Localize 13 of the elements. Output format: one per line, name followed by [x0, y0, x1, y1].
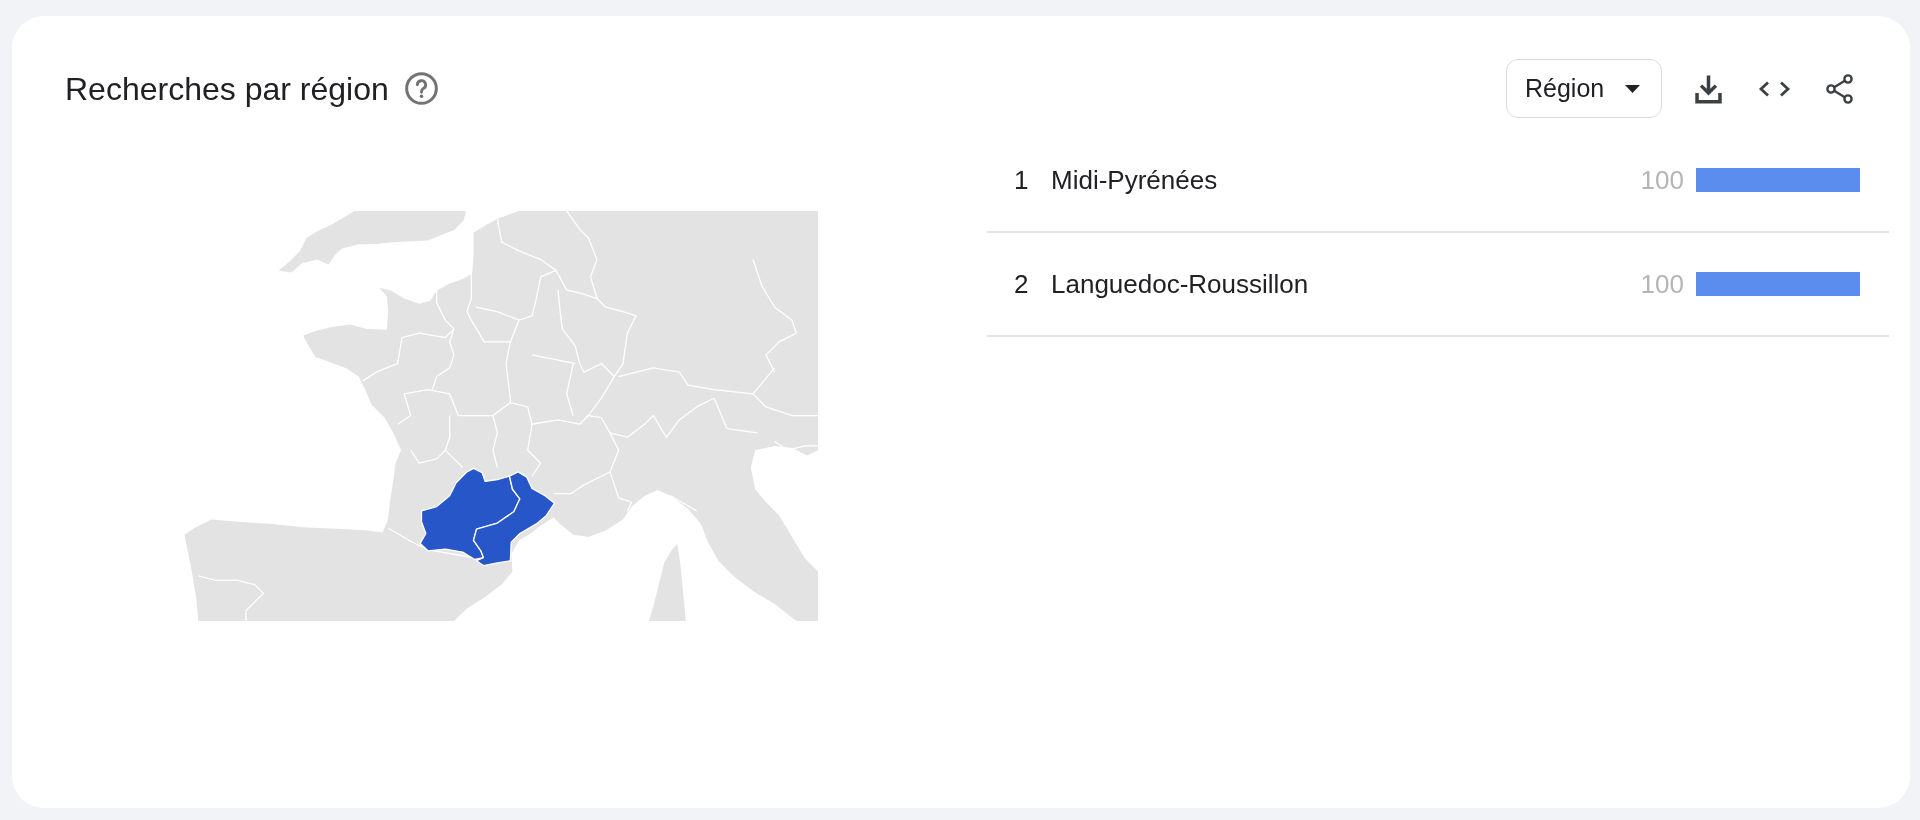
rank-number: 1 [1014, 163, 1030, 197]
share-icon [1826, 73, 1854, 104]
help-icon[interactable] [404, 72, 438, 105]
caret-icon [1625, 84, 1640, 93]
score-value: 100 [1640, 163, 1684, 197]
region-select[interactable]: Région [1506, 59, 1662, 118]
download-icon [1694, 73, 1722, 104]
region-name[interactable]: Languedoc-Roussillon [1051, 264, 1309, 304]
code-icon [1757, 80, 1791, 97]
rank-number: 2 [1014, 267, 1030, 301]
score-value: 100 [1640, 267, 1684, 301]
region-name[interactable]: Midi-Pyrénées [1051, 160, 1218, 200]
section-title: Recherches par région [65, 72, 389, 105]
